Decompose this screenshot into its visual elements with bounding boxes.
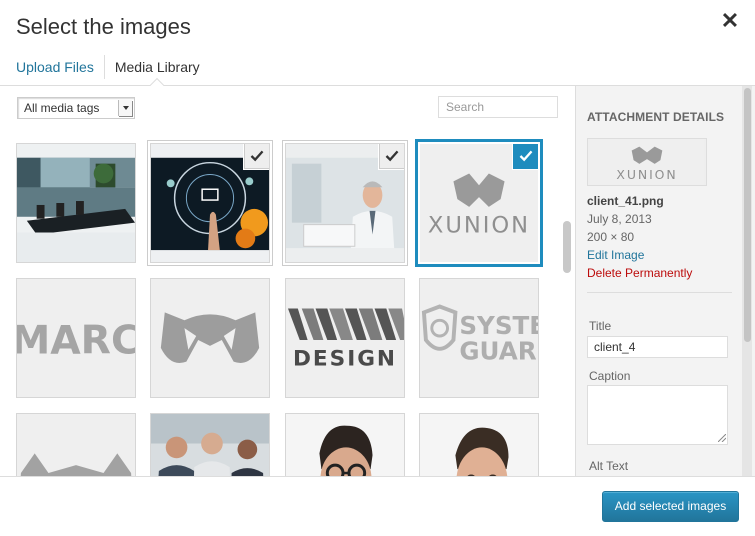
router-tabs: Upload Files Media Library [16,54,200,80]
search-input[interactable] [438,96,558,118]
design-logo-image: DESIGN [286,279,404,397]
grid-scrollbar[interactable] [563,221,571,273]
edit-image-link[interactable]: Edit Image [587,248,644,262]
attachment-thumbnail[interactable]: DESIGN [285,278,405,398]
xunion-logo-text: XUNION [428,213,530,239]
attachment-thumbnail-active[interactable]: XUNION [419,143,539,263]
media-browser: XUNION MARCS [0,86,575,476]
modal-footer: Add selected images [0,476,755,536]
close-icon[interactable]: ✕ [719,10,741,32]
marcs-logo-text: MARCS [17,318,135,364]
group-meeting-image [151,414,269,476]
delete-permanently-link[interactable]: Delete Permanently [587,266,692,280]
attachment-date: July 8, 2013 [587,212,652,226]
modal-title: Select the images [16,14,191,39]
tab-upload-files[interactable]: Upload Files [16,59,94,75]
details-divider [587,292,732,293]
alt-text-label: Alt Text [589,459,629,473]
conference-room-image [17,144,135,262]
sidebar-scrollbar[interactable] [744,88,751,342]
attachment-thumbnail[interactable] [419,413,539,476]
check-icon[interactable] [244,144,269,169]
partial-logo-image [17,414,135,476]
preview-logo-text: XUNION [616,167,677,182]
system-guard-logo-image: SYSTE GUAR [420,279,538,397]
media-toolbar: All media tags [0,86,575,132]
attachment-thumbnail[interactable] [285,143,405,263]
attachments-grid: XUNION MARCS [0,86,575,476]
attachment-filename: client_41.png [587,194,664,208]
title-field[interactable] [587,336,728,358]
filter-selected-value: All media tags [24,101,100,115]
attachment-thumbnail[interactable] [150,278,270,398]
man-glasses-portrait-image [286,414,404,476]
system-guard-line2: GUAR [459,337,536,366]
cat-mask-logo-image [151,279,269,397]
attachment-details-heading: Attachment Details [587,110,725,124]
marcs-logo-image: MARCS [17,279,135,397]
add-selected-images-button[interactable]: Add selected images [602,491,739,522]
chevron-down-icon [118,100,132,116]
attachment-dimensions: 200 × 80 [587,230,635,244]
media-tags-filter[interactable]: All media tags [17,97,135,119]
design-logo-text: DESIGN [293,347,397,372]
resize-handle-icon[interactable] [718,434,726,442]
tab-divider [103,55,105,79]
check-icon[interactable] [513,144,538,169]
attachment-thumbnail[interactable] [150,143,270,263]
tab-media-library[interactable]: Media Library [115,59,200,75]
media-modal: Select the images ✕ Upload Files Media L… [0,0,755,536]
attachment-preview: XUNION [587,138,707,186]
attachment-thumbnail[interactable] [150,413,270,476]
attachment-thumbnail[interactable]: MARCS [16,278,136,398]
caption-label: Caption [589,369,631,383]
attachment-thumbnail[interactable] [285,413,405,476]
attachment-thumbnail[interactable] [16,413,136,476]
check-icon[interactable] [379,144,404,169]
man-portrait-image [420,414,538,476]
attachment-thumbnail[interactable]: SYSTE GUAR [419,278,539,398]
caption-field[interactable] [587,385,728,445]
title-label: Title [589,319,612,333]
attachment-thumbnail[interactable] [16,143,136,263]
attachment-details-sidebar: Attachment Details XUNION client_41.png … [575,86,755,476]
